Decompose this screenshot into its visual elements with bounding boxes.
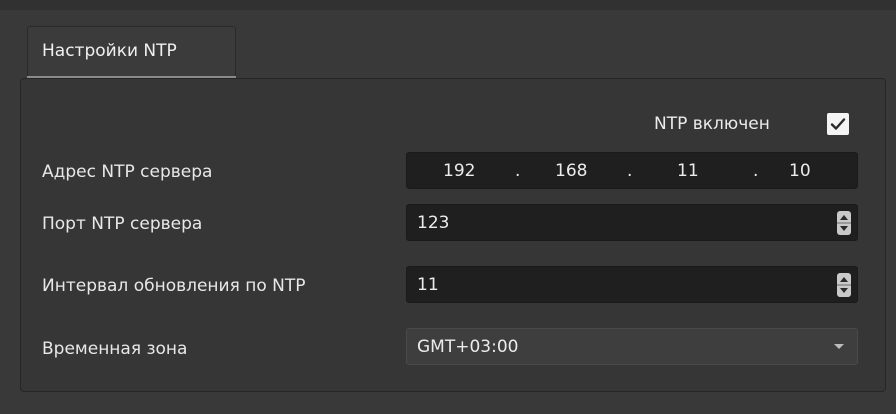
top-strip	[0, 0, 896, 10]
ip-separator-3: .	[753, 161, 759, 181]
update-interval-label: Интервал обновления по NTP	[42, 276, 306, 296]
ip-octet-2[interactable]: 168	[555, 161, 587, 181]
spin-divider	[837, 222, 851, 224]
ip-octet-1[interactable]: 192	[443, 161, 475, 181]
chevron-down-icon	[834, 344, 844, 349]
server-port-value: 123	[417, 213, 450, 233]
update-interval-value: 11	[417, 275, 439, 295]
spin-up-icon[interactable]	[840, 215, 848, 220]
ip-octet-4[interactable]: 10	[789, 161, 811, 181]
spin-down-icon[interactable]	[840, 226, 848, 231]
update-interval-spinbox[interactable]: 11	[406, 266, 858, 303]
server-port-label: Порт NTP сервера	[42, 214, 203, 234]
tab-label: Настройки NTP	[42, 41, 177, 61]
spin-arrows-icon[interactable]	[837, 273, 851, 297]
tab-ntp-settings[interactable]: Настройки NTP	[27, 26, 236, 78]
server-address-ip-field[interactable]: 192 . 168 . 11 . 10	[406, 152, 858, 189]
ntp-enabled-checkbox[interactable]	[827, 113, 849, 135]
ip-separator-1: .	[515, 161, 521, 181]
spin-down-icon[interactable]	[840, 288, 848, 293]
check-icon	[830, 118, 846, 130]
spin-arrows-icon[interactable]	[837, 211, 851, 235]
ip-separator-2: .	[627, 161, 633, 181]
spin-divider	[837, 284, 851, 286]
ntp-enabled-label: NTP включен	[654, 114, 770, 134]
spin-up-icon[interactable]	[840, 277, 848, 282]
server-port-spinbox[interactable]: 123	[406, 204, 858, 241]
ntp-settings-window: Настройки NTP NTP включен Адрес NTP серв…	[0, 0, 896, 414]
timezone-value: GMT+03:00	[417, 337, 519, 357]
timezone-label: Временная зона	[42, 339, 188, 359]
ip-octet-3[interactable]: 11	[677, 161, 699, 181]
timezone-select[interactable]: GMT+03:00	[406, 328, 858, 365]
server-address-label: Адрес NTP сервера	[42, 162, 213, 182]
